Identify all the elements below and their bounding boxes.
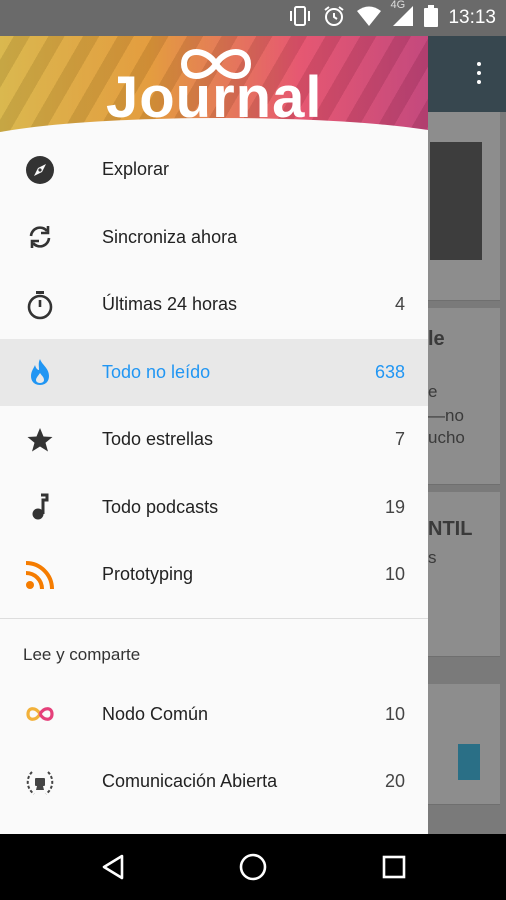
article-card[interactable]: NTIL s [428,492,500,657]
overflow-menu-icon[interactable] [477,62,482,89]
article-snippet: e [428,382,438,401]
section-header: Lee y comparte [0,619,428,681]
menu-item-label: Sincroniza ahora [102,226,238,247]
battery-icon [424,4,439,32]
article-snippet: ucho [428,428,465,447]
menu-item-label: Prototyping [102,564,194,585]
article-snippet: NTIL [428,518,473,540]
rss-icon [24,559,56,591]
menu-item-label: Todo estrellas [102,429,214,450]
menu-item-ultimas-24-horas[interactable]: Últimas 24 horas 4 [0,271,428,339]
article-snippet: s [428,548,437,567]
compass-icon [24,154,56,186]
signal-icon: 4G [390,0,414,32]
menu-item-label: Comunicación Abierta [102,771,278,792]
recents-button[interactable] [377,850,411,884]
article-thumbnail [430,142,482,260]
menu-item-count: 20 [384,771,405,792]
section-title: Lee y comparte [23,644,141,664]
back-triangle-icon [102,854,124,880]
recents-square-icon [382,855,406,879]
menu-item-label: Todo podcasts [102,496,219,517]
laurel-logo-icon [24,766,56,798]
menu-item-todo-no-leido[interactable]: Todo no leído 638 [0,338,428,406]
article-snippet: le [428,328,445,350]
menu-item-label: Últimas 24 horas [102,294,238,315]
article-list: le e —no ucho NTIL s [428,112,506,834]
sync-icon [24,221,56,253]
menu-item-prototyping[interactable]: Prototyping 10 [0,541,428,609]
menu-item-count: 4 [394,294,405,315]
drawer-menu: Explorar Sincroniza ahora Últimas 24 hor… [0,136,428,816]
app-toolbar [428,36,506,112]
article-snippet: —no [428,406,464,425]
menu-item-sincroniza[interactable]: Sincroniza ahora [0,204,428,272]
music-note-icon [24,491,56,523]
stopwatch-icon [24,289,56,321]
article-card[interactable] [428,684,500,805]
menu-item-todo-estrellas[interactable]: Todo estrellas 7 [0,406,428,474]
navigation-drawer: Journal Explorar Sincroniza ahora Última… [0,0,428,834]
article-card[interactable]: le e —no ucho [428,308,500,485]
infinity-logo-icon [24,698,56,730]
flame-icon [24,356,56,388]
menu-item-count: 7 [394,429,405,450]
menu-item-label: Nodo Común [102,703,209,724]
menu-item-label: Explorar [102,159,170,180]
menu-item-nodo-comun[interactable]: Nodo Común 10 [0,681,428,749]
back-button[interactable] [96,850,130,884]
status-time: 13:13 [448,7,496,28]
menu-item-label: Todo no leído [102,361,211,382]
home-button[interactable] [236,850,270,884]
menu-item-count: 638 [374,361,405,382]
alarm-icon [322,4,346,33]
article-thumbnail [458,744,480,780]
article-card[interactable] [428,112,500,301]
menu-item-count: 10 [384,564,405,585]
menu-item-todo-podcasts[interactable]: Todo podcasts 19 [0,474,428,542]
star-icon [24,424,56,456]
menu-item-count: 19 [384,496,405,517]
status-bar: 4G 13:13 [0,0,506,36]
menu-item-count: 10 [384,703,405,724]
vibrate-icon [288,5,312,32]
menu-item-comunicacion-abierta[interactable]: Comunicación Abierta 20 [0,748,428,816]
wifi-icon [356,5,382,32]
menu-item-explorar[interactable]: Explorar [0,136,428,204]
system-navigation-bar [0,834,506,900]
home-circle-icon [239,853,267,881]
